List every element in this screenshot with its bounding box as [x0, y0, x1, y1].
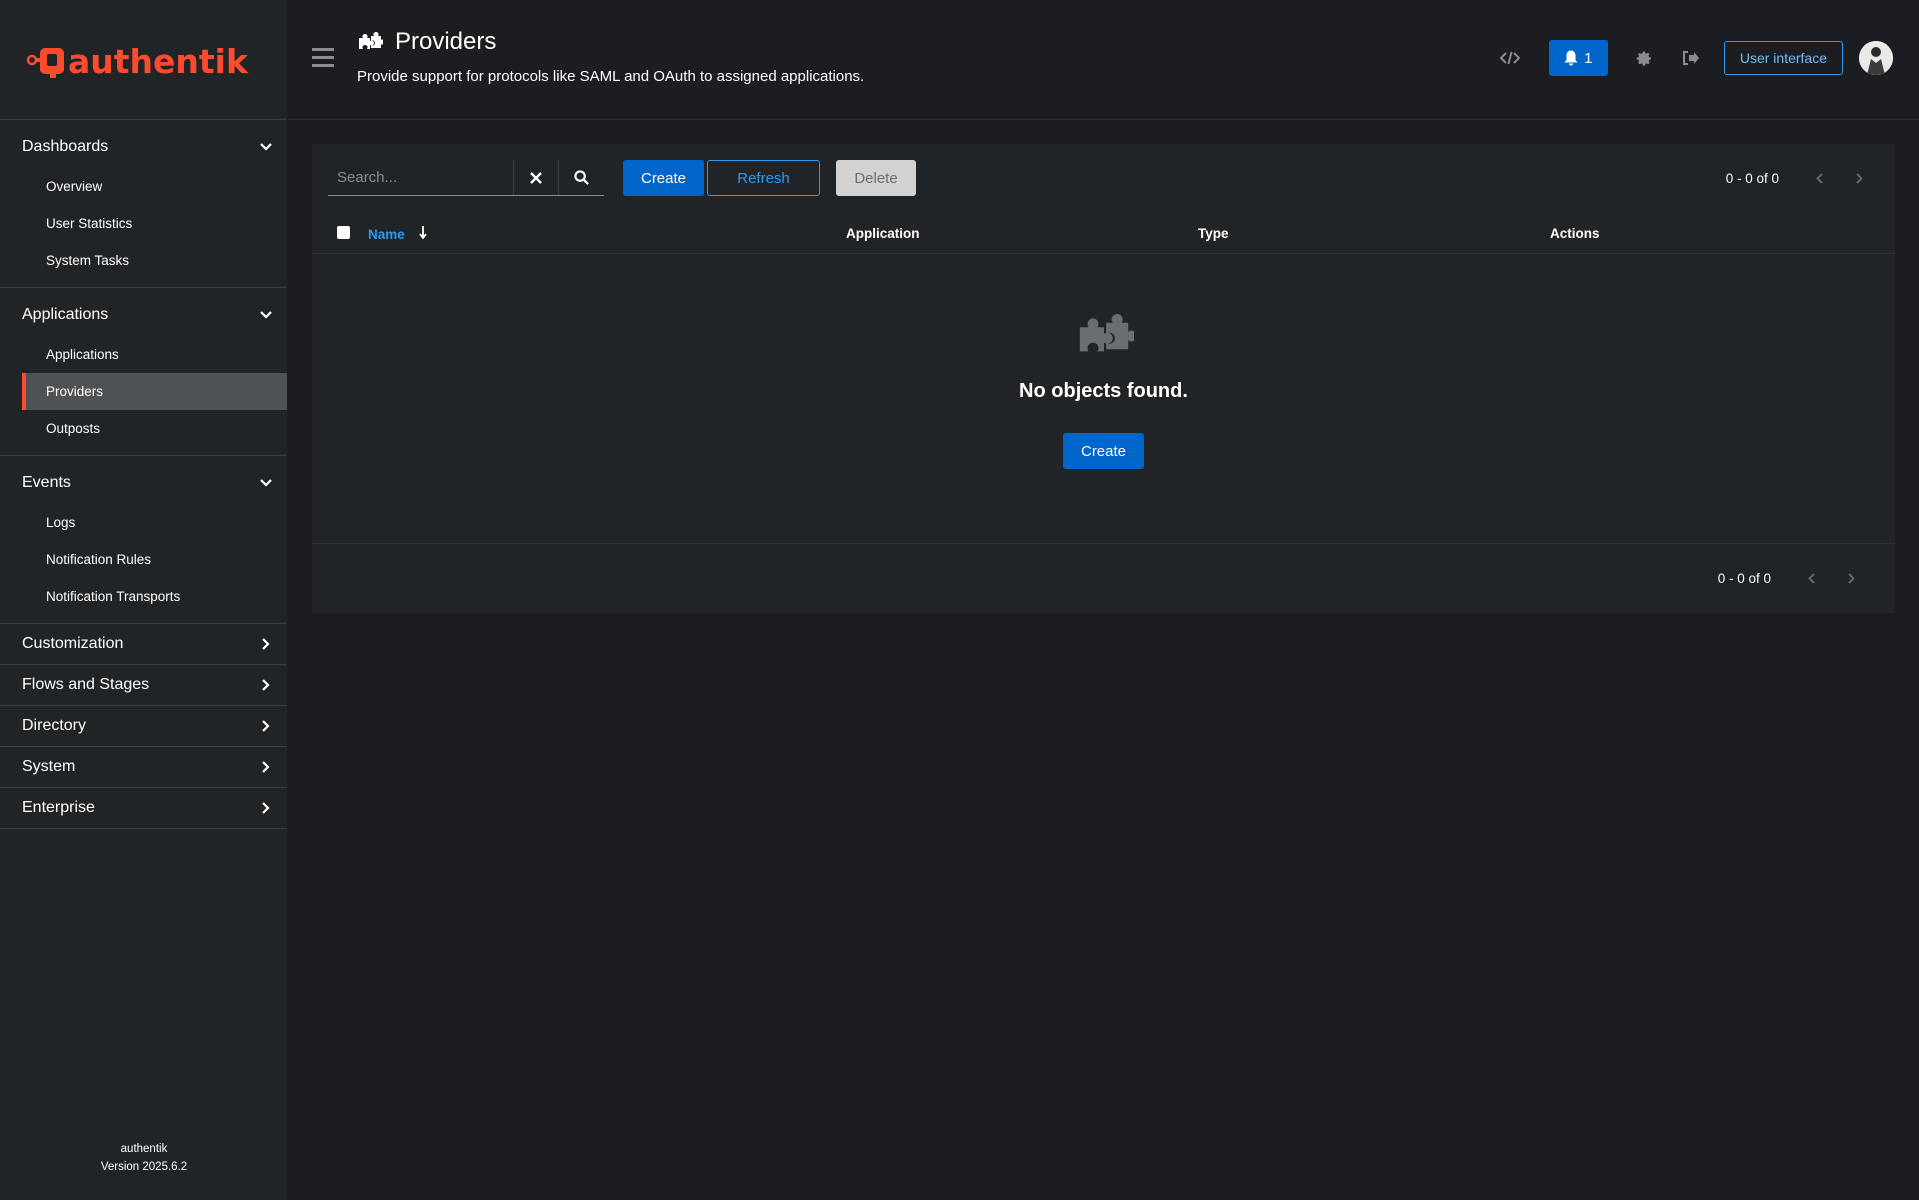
- create-button[interactable]: Create: [623, 160, 704, 196]
- brand-logo[interactable]: authentik: [0, 0, 287, 119]
- nav-group-label: System: [22, 758, 76, 775]
- page-description: Provide support for protocols like SAML …: [357, 68, 865, 85]
- column-header-application[interactable]: Application: [846, 226, 920, 241]
- nav-group-header-flows-and-stages[interactable]: Flows and Stages: [0, 665, 287, 705]
- nav-group-header-customization[interactable]: Customization: [0, 624, 287, 664]
- nav-group-label: Enterprise: [22, 799, 95, 816]
- nav-group-header-applications[interactable]: Applications: [0, 294, 287, 336]
- nav-group-header-directory[interactable]: Directory: [0, 706, 287, 746]
- nav-group-flows-and-stages: Flows and Stages: [0, 664, 287, 705]
- nav-group-label: Flows and Stages: [22, 676, 150, 693]
- nav-group-label: Dashboards: [22, 138, 109, 155]
- column-header-type[interactable]: Type: [1198, 226, 1229, 241]
- close-icon: [530, 171, 542, 184]
- table-header: Name Application Type Actions: [312, 212, 1895, 254]
- sidebar-item-system-tasks[interactable]: System Tasks: [22, 242, 287, 279]
- hamburger-menu-icon[interactable]: [312, 48, 334, 72]
- sign-out-icon[interactable]: [1680, 47, 1702, 69]
- nav-group-label: Applications: [22, 306, 109, 323]
- search-icon: [573, 170, 589, 185]
- chevron-right-icon: [259, 760, 273, 774]
- pagination-count: 0 - 0 of 0: [1717, 570, 1771, 586]
- gear-icon[interactable]: [1634, 47, 1656, 69]
- nav-group-enterprise: Enterprise: [0, 787, 287, 829]
- nav-group-applications: Applications Applications Providers Outp…: [0, 287, 287, 455]
- next-page-button[interactable]: [1839, 160, 1879, 196]
- code-icon[interactable]: [1499, 47, 1521, 69]
- avatar[interactable]: [1859, 41, 1893, 75]
- sidebar-item-notification-rules[interactable]: Notification Rules: [22, 541, 287, 578]
- sidebar-item-logs[interactable]: Logs: [22, 504, 287, 541]
- page-header: Providers Provide support for protocols …: [288, 0, 1919, 120]
- chevron-left-icon: [1807, 572, 1815, 584]
- empty-state-title: No objects found.: [1019, 380, 1188, 402]
- chevron-right-icon: [259, 719, 273, 733]
- divider: [312, 543, 1895, 544]
- pagination-bottom: 0 - 0 of 0: [1718, 560, 1871, 596]
- delete-button[interactable]: Delete: [836, 160, 916, 196]
- column-label: Name: [368, 226, 405, 242]
- chevron-right-icon: [259, 637, 273, 651]
- chevron-right-icon: [259, 678, 273, 692]
- sort-down-icon: [419, 226, 427, 242]
- sidebar-footer: authentik Version 2025.6.2: [0, 1140, 288, 1176]
- prev-page-button[interactable]: [1791, 560, 1831, 596]
- nav-group-dashboards: Dashboards Overview User Statistics Syst…: [0, 119, 287, 287]
- prev-page-button[interactable]: [1799, 160, 1839, 196]
- user-interface-button[interactable]: User interface: [1723, 41, 1843, 75]
- search-group: [328, 160, 604, 196]
- sidebar-item-applications[interactable]: Applications: [22, 336, 287, 373]
- notifications-button[interactable]: 1: [1548, 40, 1608, 76]
- chevron-right-icon: [259, 801, 273, 815]
- column-header-actions: Actions: [1550, 226, 1600, 241]
- chevron-right-icon: [1847, 572, 1855, 584]
- nav-group-customization: Customization: [0, 623, 287, 664]
- puzzle-piece-icon: [312, 314, 1895, 358]
- chevron-right-icon: [1855, 172, 1863, 184]
- page-title-text: Providers: [395, 28, 497, 55]
- header-actions: 1 User interface: [1487, 40, 1893, 76]
- chevron-down-icon: [259, 308, 273, 322]
- sidebar-item-outposts[interactable]: Outposts: [22, 410, 287, 447]
- nav-group-header-enterprise[interactable]: Enterprise: [0, 788, 287, 828]
- sidebar-item-overview[interactable]: Overview: [22, 168, 287, 205]
- authentik-logo-icon: authentik: [26, 42, 249, 80]
- sidebar-item-providers[interactable]: Providers: [22, 373, 287, 410]
- bell-icon: [1564, 50, 1578, 66]
- refresh-button[interactable]: Refresh: [707, 160, 820, 196]
- pagination-count: 0 - 0 of 0: [1725, 170, 1779, 186]
- search-input[interactable]: [328, 160, 513, 195]
- sidebar: authentik Dashboards Overview User Stati…: [0, 0, 288, 1200]
- nav-group-system: System: [0, 746, 287, 787]
- puzzle-piece-icon: [357, 32, 383, 52]
- footer-version: Version 2025.6.2: [100, 1161, 188, 1173]
- page-title: Providers: [357, 28, 864, 56]
- nav-group-header-events[interactable]: Events: [0, 462, 287, 504]
- footer-product: authentik: [120, 1143, 168, 1155]
- next-page-button[interactable]: [1831, 560, 1871, 596]
- nav-group-label: Events: [22, 474, 71, 491]
- column-header-name[interactable]: Name: [368, 226, 427, 242]
- search-button[interactable]: [558, 160, 603, 195]
- nav-group-header-system[interactable]: System: [0, 747, 287, 787]
- chevron-down-icon: [259, 476, 273, 490]
- sidebar-item-notification-transports[interactable]: Notification Transports: [22, 578, 287, 615]
- nav-group-events: Events Logs Notification Rules Notificat…: [0, 455, 287, 623]
- empty-state-create-button[interactable]: Create: [1063, 433, 1144, 469]
- svg-text:authentik: authentik: [68, 42, 249, 80]
- clear-search-button[interactable]: [513, 160, 558, 195]
- providers-table-card: Create Refresh Delete 0 - 0 of 0 Name Ap…: [312, 144, 1895, 613]
- nav-group-label: Directory: [22, 717, 87, 734]
- empty-state: No objects found. Create: [312, 314, 1895, 469]
- sidebar-item-user-statistics[interactable]: User Statistics: [22, 205, 287, 242]
- table-toolbar: Create Refresh Delete 0 - 0 of 0: [328, 160, 1879, 196]
- chevron-left-icon: [1815, 172, 1823, 184]
- select-all-checkbox[interactable]: [337, 226, 350, 239]
- nav-group-label: Customization: [22, 635, 124, 652]
- nav-group-directory: Directory: [0, 705, 287, 746]
- chevron-down-icon: [259, 140, 273, 154]
- notification-count: 1: [1584, 49, 1593, 67]
- nav-group-header-dashboards[interactable]: Dashboards: [0, 126, 287, 168]
- pagination-top: 0 - 0 of 0: [1726, 160, 1879, 196]
